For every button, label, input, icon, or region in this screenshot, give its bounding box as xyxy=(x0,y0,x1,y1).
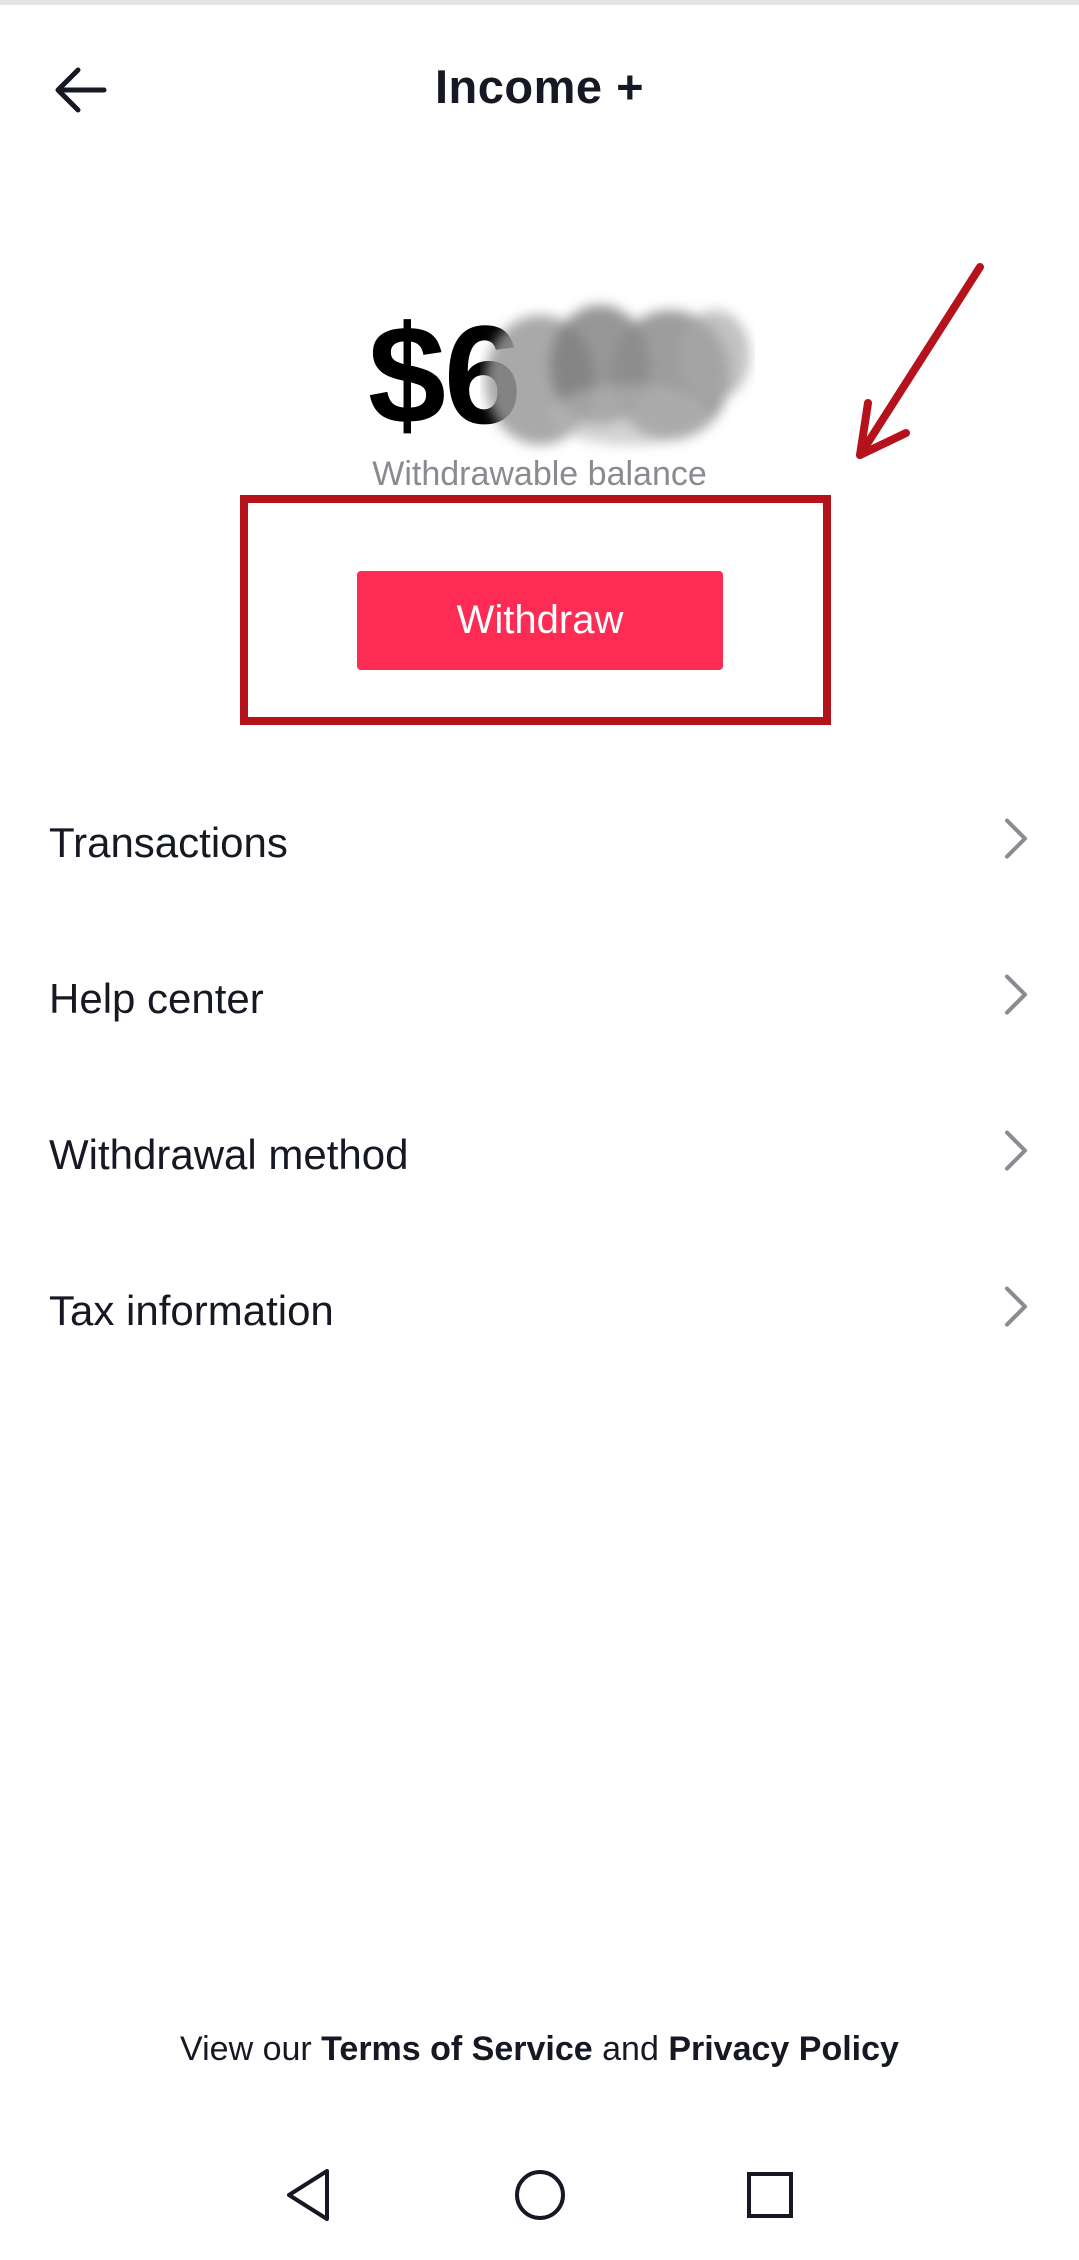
square-recents-icon xyxy=(747,2172,793,2218)
top-bar: Income + xyxy=(0,5,1079,175)
page-title: Income + xyxy=(434,60,645,113)
menu-item-tax-information[interactable]: Tax information xyxy=(0,1233,1079,1389)
privacy-policy-link[interactable]: Privacy Policy xyxy=(668,2030,899,2068)
redaction-scribble xyxy=(485,305,750,445)
income-screen: Income + $6 Withdrawable balance Withdra… xyxy=(0,0,1079,2260)
annotation-arrow xyxy=(856,263,984,459)
chevron-right-icon xyxy=(1005,818,1027,859)
menu-item-label: Transactions xyxy=(49,819,288,866)
legal-and: and xyxy=(602,2030,659,2068)
chevron-right-icon xyxy=(1005,1286,1027,1327)
menu-item-withdrawal-method[interactable]: Withdrawal method xyxy=(0,1077,1079,1233)
menu-item-label: Tax information xyxy=(49,1287,334,1334)
nav-home-button[interactable] xyxy=(505,2160,575,2230)
terms-of-service-link[interactable]: Terms of Service xyxy=(321,2030,593,2068)
triangle-back-icon xyxy=(287,2169,329,2221)
menu-item-label: Help center xyxy=(49,975,264,1022)
system-navigation-bar xyxy=(0,2130,1079,2260)
settings-menu: Transactions Help center Withdrawal meth… xyxy=(0,765,1079,1389)
menu-item-help-center[interactable]: Help center xyxy=(0,921,1079,1077)
legal-footer: View our Terms of Service and Privacy Po… xyxy=(0,2030,1079,2069)
legal-prefix: View our xyxy=(180,2030,312,2068)
chevron-right-icon xyxy=(1005,1130,1027,1171)
circle-home-icon xyxy=(515,2170,565,2220)
nav-recents-button[interactable] xyxy=(735,2160,805,2230)
withdraw-button[interactable]: Withdraw xyxy=(357,571,723,670)
nav-back-button[interactable] xyxy=(274,2160,344,2230)
menu-item-label: Withdrawal method xyxy=(49,1131,409,1178)
chevron-right-icon xyxy=(1005,974,1027,1015)
menu-item-transactions[interactable]: Transactions xyxy=(0,765,1079,921)
